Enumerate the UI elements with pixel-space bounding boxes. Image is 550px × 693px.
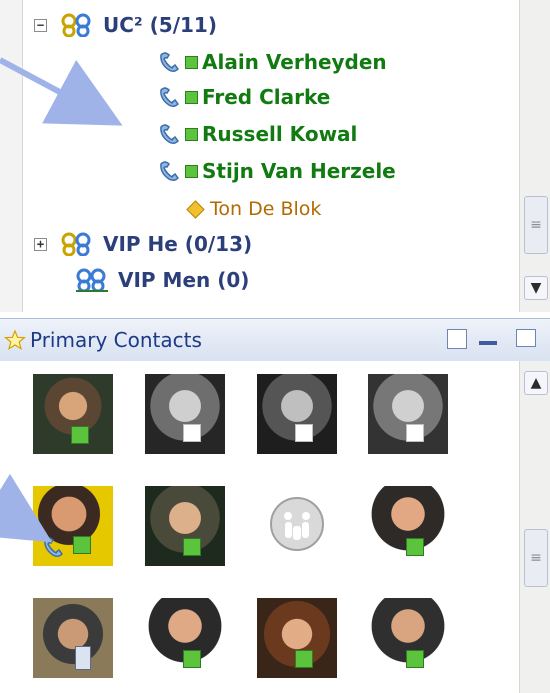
annotation-arrows <box>0 57 123 543</box>
